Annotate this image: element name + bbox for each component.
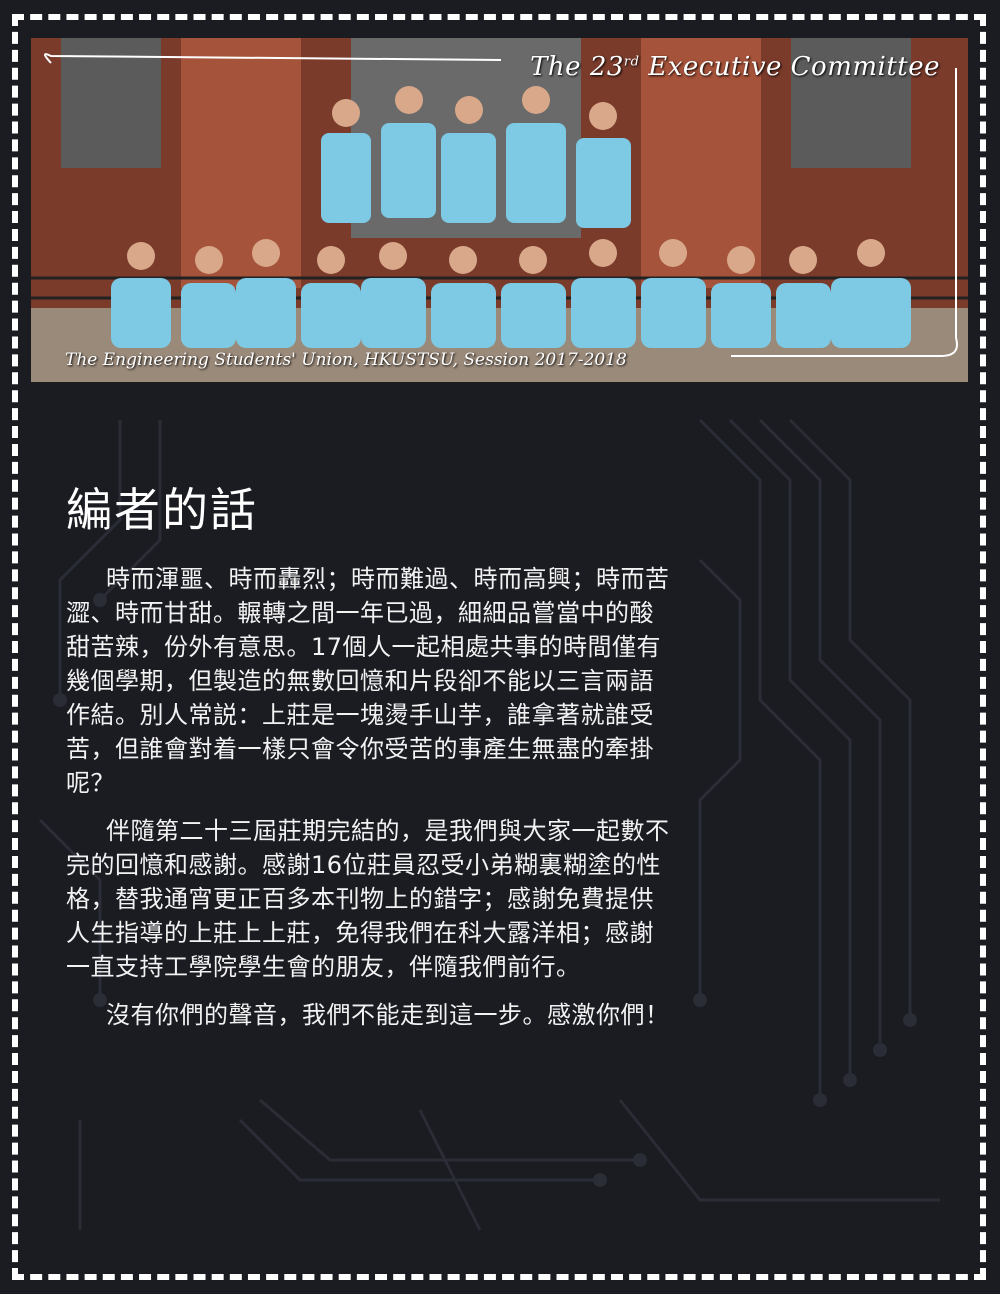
photo-title: The 23rd Executive Committee	[530, 52, 940, 82]
editorial-body: 時而渾噩、時而轟烈；時而難過、時而高興；時而苦澀、時而甘甜。輾轉之間一年已過，細…	[66, 562, 678, 1046]
paragraph: 伴隨第二十三屆莊期完結的，是我們與大家一起數不完的回憶和感謝。感謝16位莊員忍受…	[66, 817, 670, 981]
committee-group-photo: The 23rd Executive Committee The Enginee…	[31, 38, 968, 382]
paragraph: 沒有你們的聲音，我們不能走到這一步。感激你們！	[106, 1001, 670, 1029]
paragraph: 時而渾噩、時而轟烈；時而難過、時而高興；時而苦澀、時而甘甜。輾轉之間一年已過，細…	[66, 565, 670, 797]
page-title: 編者的話	[66, 483, 258, 537]
photo-caption: The Engineering Students' Union, HKUSTSU…	[65, 350, 627, 370]
